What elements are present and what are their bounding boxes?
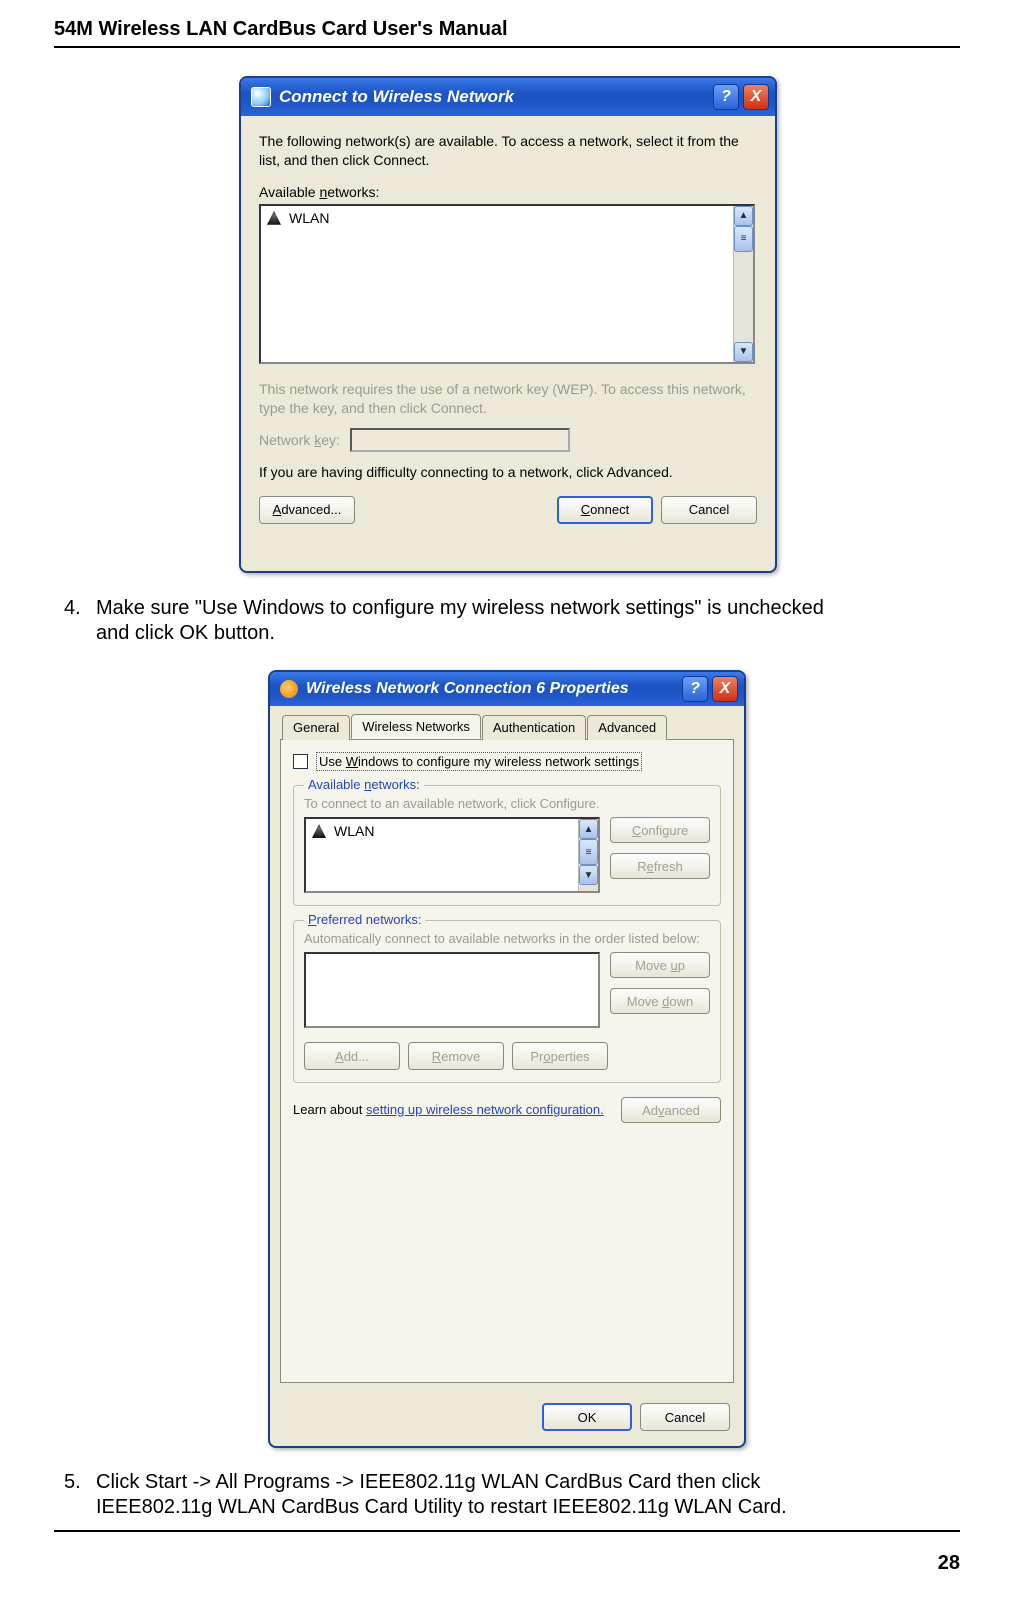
scroll-down-icon[interactable]: ▼ bbox=[579, 865, 598, 885]
dialog1-title: Connect to Wireless Network bbox=[279, 87, 514, 107]
network-item-label: WLAN bbox=[334, 823, 374, 839]
step-4-text-rest: and click OK button. bbox=[96, 621, 960, 646]
dialog2-title: Wireless Network Connection 6 Properties bbox=[306, 680, 629, 698]
intro-message: The following network(s) are available. … bbox=[259, 132, 757, 170]
available-hint: To connect to an available network, clic… bbox=[304, 796, 710, 811]
available-networks-group: Available networks: To connect to an ava… bbox=[293, 785, 721, 906]
network-icon bbox=[267, 211, 281, 225]
move-down-button[interactable]: Move down bbox=[610, 988, 710, 1014]
scroll-up-icon[interactable]: ▲ bbox=[734, 206, 753, 226]
page-number: 28 bbox=[938, 1552, 960, 1575]
step-4: 4.Make sure "Use Windows to configure my… bbox=[64, 596, 960, 646]
learn-link[interactable]: setting up wireless network configuratio… bbox=[366, 1102, 604, 1117]
advanced-button[interactable]: Advanced bbox=[621, 1097, 721, 1123]
network-item-label: WLAN bbox=[289, 210, 329, 226]
close-button[interactable]: X bbox=[712, 676, 738, 702]
preferred-networks-legend: Preferred networks: bbox=[304, 912, 425, 927]
help-button[interactable]: ? bbox=[713, 84, 739, 110]
available-networks-legend: Available networks: bbox=[304, 777, 424, 792]
use-windows-checkbox[interactable] bbox=[293, 754, 308, 769]
scrollbar[interactable]: ▲ ≡ ▼ bbox=[578, 819, 598, 891]
configure-button[interactable]: Configure bbox=[610, 817, 710, 843]
step-5-text-rest: IEEE802.11g WLAN CardBus Card Utility to… bbox=[96, 1495, 960, 1520]
available-networks-list[interactable]: WLAN ▲ ≡ ▼ bbox=[304, 817, 600, 893]
header-rule bbox=[54, 46, 960, 48]
advanced-button[interactable]: Advanced... bbox=[259, 496, 355, 524]
step-5-text-first: Click Start -> All Programs -> IEEE802.1… bbox=[96, 1471, 760, 1493]
scroll-thumb[interactable]: ≡ bbox=[579, 839, 598, 865]
learn-text: Learn about setting up wireless network … bbox=[293, 1102, 609, 1118]
network-key-label: Network key: bbox=[259, 432, 340, 448]
tab-authentication[interactable]: Authentication bbox=[482, 715, 586, 740]
step-5-number: 5. bbox=[64, 1470, 96, 1495]
use-windows-label: Use Windows to configure my wireless net… bbox=[316, 752, 642, 771]
cancel-button[interactable]: Cancel bbox=[661, 496, 757, 524]
properties-icon bbox=[280, 680, 298, 698]
preferred-networks-group: Preferred networks: Automatically connec… bbox=[293, 920, 721, 1083]
scroll-thumb[interactable]: ≡ bbox=[734, 226, 753, 252]
properties-button[interactable]: Properties bbox=[512, 1042, 608, 1070]
available-networks-list[interactable]: WLAN ▲ ≡ ▼ bbox=[259, 204, 755, 364]
network-key-input bbox=[350, 428, 570, 452]
remove-button[interactable]: Remove bbox=[408, 1042, 504, 1070]
network-item-wlan[interactable]: WLAN bbox=[263, 208, 731, 228]
help-button[interactable]: ? bbox=[682, 676, 708, 702]
tab-advanced[interactable]: Advanced bbox=[587, 715, 667, 740]
tab-wireless-networks[interactable]: Wireless Networks bbox=[351, 714, 481, 739]
refresh-button[interactable]: Refresh bbox=[610, 853, 710, 879]
network-item-wlan[interactable]: WLAN bbox=[308, 821, 576, 841]
preferred-hint: Automatically connect to available netwo… bbox=[304, 931, 710, 946]
step-5: 5.Click Start -> All Programs -> IEEE802… bbox=[64, 1470, 960, 1520]
move-up-button[interactable]: Move up bbox=[610, 952, 710, 978]
connect-wireless-dialog: Connect to Wireless Network ? X The foll… bbox=[239, 76, 777, 573]
network-icon bbox=[312, 824, 326, 838]
dialog2-titlebar: Wireless Network Connection 6 Properties… bbox=[270, 672, 744, 706]
step-4-number: 4. bbox=[64, 596, 96, 621]
scroll-down-icon[interactable]: ▼ bbox=[734, 342, 753, 362]
ok-button[interactable]: OK bbox=[542, 1403, 632, 1431]
difficulty-hint: If you are having difficulty connecting … bbox=[259, 464, 757, 480]
connect-button[interactable]: Connect bbox=[557, 496, 653, 524]
available-networks-label: Available networks: bbox=[259, 184, 757, 200]
preferred-networks-list[interactable] bbox=[304, 952, 600, 1028]
use-windows-checkbox-row[interactable]: Use Windows to configure my wireless net… bbox=[293, 752, 721, 771]
tab-page: Use Windows to configure my wireless net… bbox=[280, 739, 734, 1383]
footer-rule bbox=[54, 1530, 960, 1532]
wireless-icon bbox=[251, 87, 271, 107]
tab-general[interactable]: General bbox=[282, 715, 350, 740]
dialog1-titlebar: Connect to Wireless Network ? X bbox=[241, 78, 775, 116]
step-4-text-first: Make sure "Use Windows to configure my w… bbox=[96, 597, 824, 619]
wireless-properties-dialog: Wireless Network Connection 6 Properties… bbox=[268, 670, 746, 1448]
close-button[interactable]: X bbox=[743, 84, 769, 110]
scrollbar[interactable]: ▲ ≡ ▼ bbox=[733, 206, 753, 362]
scroll-up-icon[interactable]: ▲ bbox=[579, 819, 598, 839]
tab-strip: General Wireless Networks Authentication… bbox=[282, 714, 734, 739]
add-button[interactable]: Add... bbox=[304, 1042, 400, 1070]
page-header: 54M Wireless LAN CardBus Card User's Man… bbox=[54, 18, 960, 41]
cancel-button[interactable]: Cancel bbox=[640, 1403, 730, 1431]
wep-hint: This network requires the use of a netwo… bbox=[259, 380, 757, 418]
